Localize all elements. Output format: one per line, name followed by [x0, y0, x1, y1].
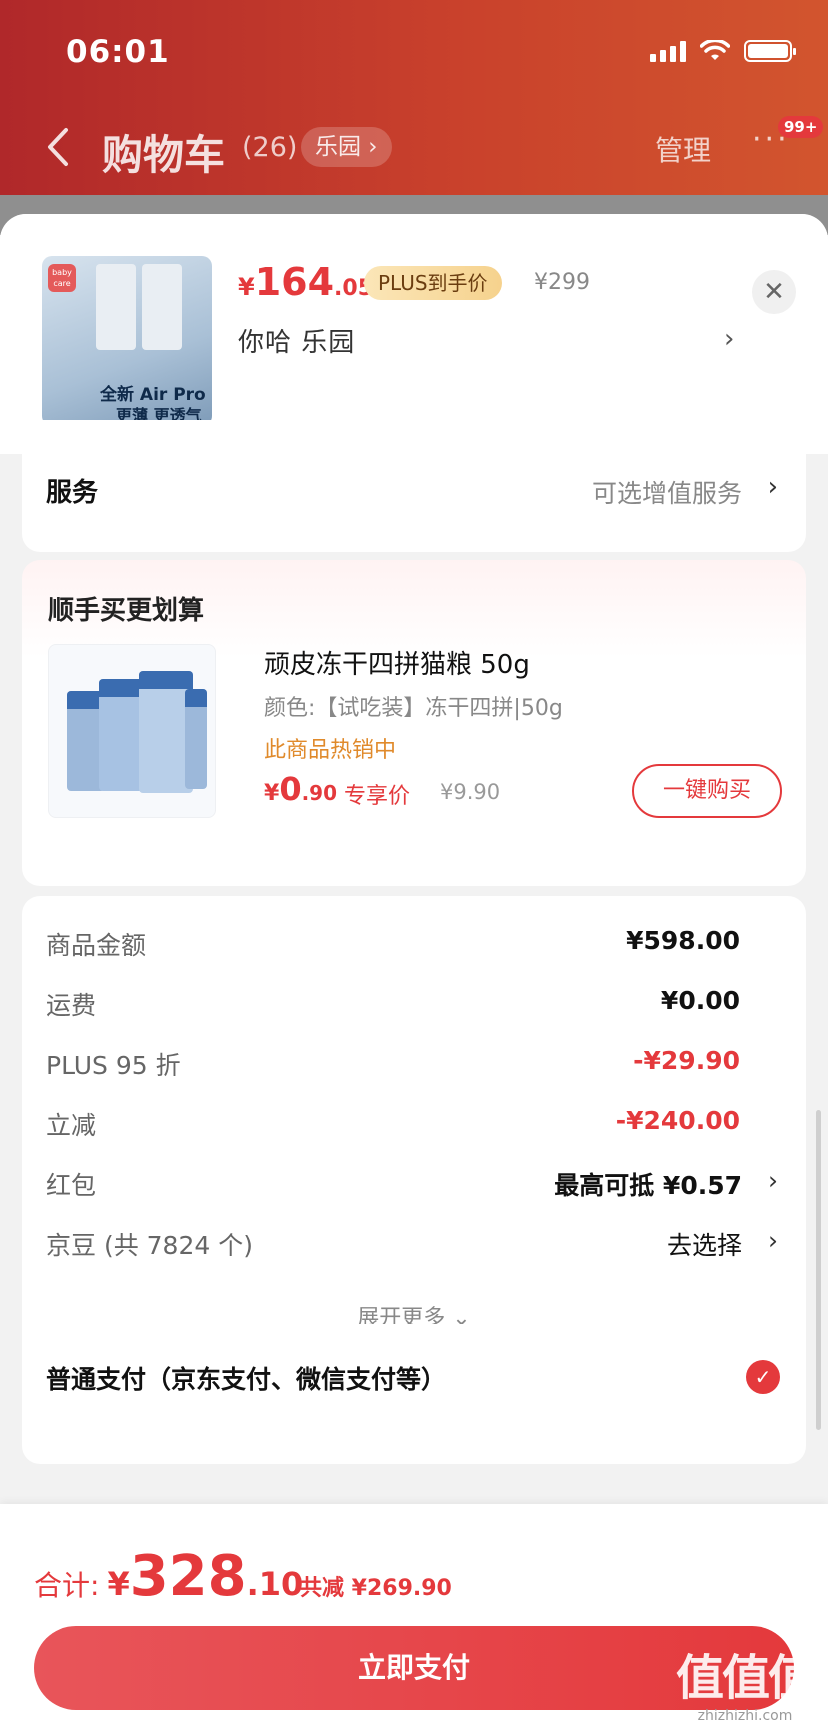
- service-row[interactable]: 服务 可选增值服务 ›: [22, 420, 806, 552]
- one-click-buy-button[interactable]: 一键购买: [632, 764, 782, 818]
- wifi-icon: [700, 40, 730, 60]
- manage-button[interactable]: 管理: [655, 129, 711, 169]
- summary-value: -¥29.90: [633, 1046, 740, 1075]
- chevron-right-icon[interactable]: ›: [724, 324, 734, 354]
- original-price: ¥299: [534, 270, 590, 295]
- header-background: 06:01 购物车 (26) 乐园 › 管理 ··· 99+: [0, 0, 828, 195]
- plus-price-tag: PLUS到手价: [364, 266, 502, 300]
- summary-value: 最高可抵 ¥0.57: [554, 1171, 742, 1200]
- chevron-right-icon: ›: [768, 1226, 778, 1255]
- service-value: 可选增值服务: [591, 479, 742, 508]
- summary-value: 去选择: [666, 1231, 742, 1260]
- summary-row-plus-discount: PLUS 95 折 -¥29.90: [22, 1046, 806, 1086]
- product-image: baby care 全新 Air Pro 更薄 更透气: [42, 256, 212, 426]
- total-price: 合计: ¥328.10: [34, 1544, 303, 1609]
- price-decimal: .10: [246, 1565, 304, 1603]
- address-chip[interactable]: 乐园 ›: [301, 127, 392, 167]
- upsell-card: 顺手买更划算 顽皮冻干四拼猫粮 50g 颜色:【试吃装】冻干四拼|50g 此商品…: [22, 560, 806, 886]
- upsell-price: ¥0.90: [264, 770, 337, 808]
- watermark-url: zhizhizhi.com: [697, 1708, 793, 1720]
- upsell-product-image[interactable]: [48, 644, 216, 818]
- upsell-hot-label: 此商品热销中: [264, 738, 397, 763]
- scrollbar[interactable]: [816, 1110, 821, 1430]
- checkmark-icon[interactable]: ✓: [746, 1360, 780, 1394]
- watermark-logo: 值值值 zhizhizhi.com: [670, 1638, 820, 1720]
- summary-label: 红包: [46, 1171, 97, 1200]
- product-summary: baby care 全新 Air Pro 更薄 更透气 ¥164.05 PLUS到…: [0, 214, 828, 454]
- cart-count: (26): [242, 132, 298, 163]
- close-icon[interactable]: ✕: [752, 270, 796, 314]
- message-badge: 99+: [778, 116, 824, 138]
- watermark-text: 值值值: [675, 1650, 816, 1706]
- summary-value: ¥598.00: [626, 926, 740, 955]
- summary-row-shipping: 运费 ¥0.00: [22, 986, 806, 1026]
- price-symbol: ¥: [264, 781, 280, 806]
- upsell-original-price: ¥9.90: [440, 780, 501, 804]
- price-symbol: ¥: [238, 273, 255, 301]
- total-label: 合计:: [34, 1569, 100, 1602]
- price-integer: 0: [279, 770, 302, 808]
- service-label: 服务: [46, 478, 99, 508]
- exclusive-price-label: 专享价: [344, 784, 411, 809]
- status-time: 06:01: [66, 34, 170, 70]
- nav-bar: 购物车 (26) 乐园 › 管理 ··· 99+: [0, 112, 828, 182]
- summary-row-goods-amount: 商品金额 ¥598.00: [22, 926, 806, 966]
- page-title: 购物车: [102, 131, 225, 179]
- chevron-right-icon: ›: [768, 1166, 778, 1195]
- upsell-product-spec: 颜色:【试吃装】冻干四拼|50g: [264, 696, 563, 721]
- upsell-product-name[interactable]: 顽皮冻干四拼猫粮 50g: [264, 644, 530, 681]
- brand-logo-icon: baby care: [48, 264, 76, 292]
- summary-row-red-packet[interactable]: 红包 最高可抵 ¥0.57 ›: [22, 1166, 806, 1206]
- summary-value: ¥0.00: [660, 986, 740, 1015]
- payment-method-card[interactable]: 普通支付（京东支付、微信支付等） ✓: [22, 1324, 806, 1464]
- price-decimal: .90: [301, 781, 338, 805]
- payment-method-label: 普通支付（京东支付、微信支付等）: [46, 1365, 447, 1394]
- price-integer: 328: [129, 1544, 247, 1609]
- checkout-sheet: baby care 全新 Air Pro 更薄 更透气 ¥164.05 PLUS到…: [0, 214, 828, 1720]
- price-summary-card: 商品金额 ¥598.00 运费 ¥0.00 PLUS 95 折 -¥29.90 …: [22, 896, 806, 1380]
- summary-row-jingdou[interactable]: 京豆 (共 7824 个) 去选择 ›: [22, 1226, 806, 1266]
- product-spec[interactable]: 你哈 乐园: [238, 322, 355, 359]
- summary-value: -¥240.00: [615, 1106, 740, 1135]
- upsell-title: 顺手买更划算: [48, 596, 205, 626]
- summary-label: 商品金额: [46, 931, 147, 960]
- back-arrow-icon[interactable]: [40, 124, 80, 170]
- price-integer: 164: [254, 260, 335, 304]
- product-price: ¥164.05: [238, 260, 373, 304]
- signal-icon: [650, 40, 686, 62]
- summary-label: PLUS 95 折: [46, 1051, 181, 1080]
- summary-label: 运费: [46, 991, 97, 1020]
- chevron-right-icon: ›: [767, 472, 778, 502]
- price-symbol: ¥: [107, 1565, 130, 1603]
- summary-label: 京豆 (共 7824 个): [46, 1231, 253, 1260]
- battery-icon: [744, 40, 796, 62]
- summary-row-instant-discount: 立减 -¥240.00: [22, 1106, 806, 1146]
- status-icons: [650, 40, 796, 62]
- summary-label: 立减: [46, 1111, 97, 1140]
- total-saved: 共减 ¥269.90: [300, 1576, 452, 1601]
